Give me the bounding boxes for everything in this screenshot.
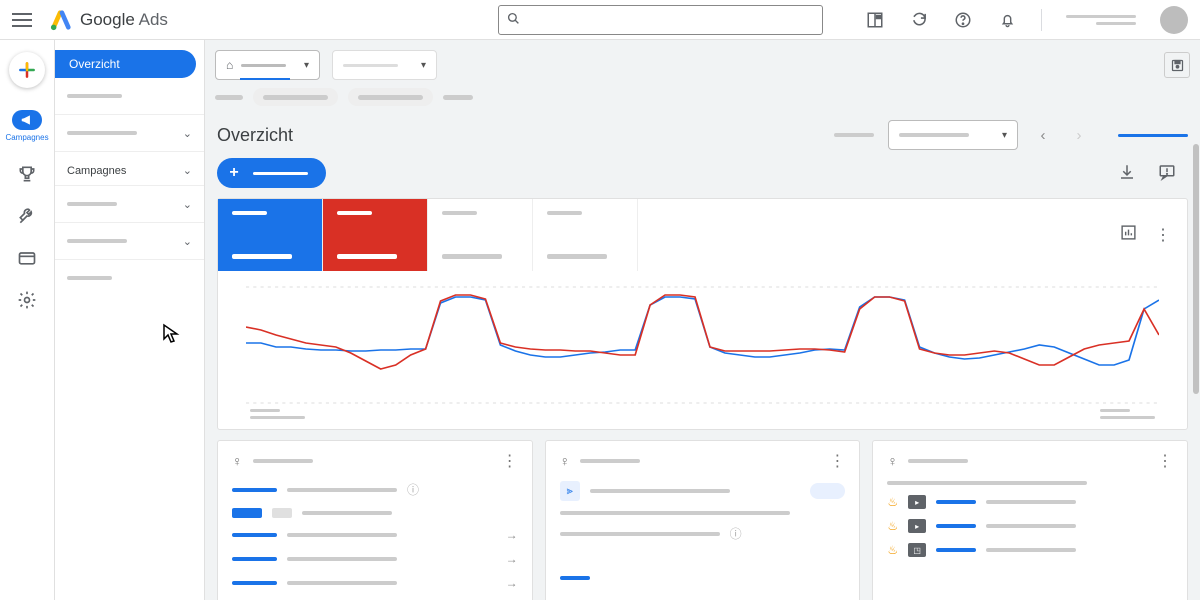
sidebar-category-campaigns[interactable]: Campagnes ⌄ bbox=[55, 156, 204, 181]
card-icon bbox=[17, 248, 37, 268]
account-selector[interactable]: ⌂ ▾ bbox=[215, 50, 320, 80]
video-icon: ▸ bbox=[908, 519, 926, 533]
rec-card-insight: ♀ ⋮ ⫸ ⓘ bbox=[545, 440, 861, 600]
account-label[interactable] bbox=[1066, 15, 1136, 25]
rec-card-assets: ♀ ⋮ ♨ ▸ ♨ ▸ ♨ ◳ bbox=[872, 440, 1188, 600]
metric-tab-4[interactable] bbox=[533, 199, 638, 271]
sidebar-item-label: Overzicht bbox=[69, 57, 120, 71]
info-icon[interactable]: ⓘ bbox=[730, 525, 742, 542]
rail-item-admin[interactable] bbox=[7, 290, 47, 310]
plus-icon: + bbox=[225, 164, 243, 182]
compare-indicator bbox=[1118, 134, 1188, 137]
card-menu-icon[interactable]: ⋮ bbox=[502, 451, 518, 471]
left-rail: Campagnes bbox=[0, 40, 55, 600]
metric-tab-1[interactable] bbox=[218, 199, 323, 271]
feedback-icon[interactable] bbox=[1158, 163, 1178, 183]
image-icon: ◳ bbox=[908, 543, 926, 557]
metric-tabs: ⋮ bbox=[218, 199, 1187, 271]
sidebar-item[interactable] bbox=[55, 82, 204, 110]
chevron-down-icon: ▾ bbox=[1002, 130, 1007, 141]
flame-icon: ♨ bbox=[887, 543, 898, 557]
lightbulb-icon: ♀ bbox=[232, 453, 243, 469]
reports-icon[interactable] bbox=[865, 10, 885, 30]
chevron-down-icon: ▾ bbox=[304, 60, 309, 71]
sidebar-item[interactable] bbox=[55, 264, 204, 292]
page-title-row: Overzicht ▾ ‹ › bbox=[205, 116, 1200, 158]
expand-chart-icon[interactable] bbox=[1120, 224, 1137, 246]
trophy-icon bbox=[17, 164, 37, 184]
product-logo[interactable]: Google Ads bbox=[50, 9, 168, 31]
help-icon[interactable] bbox=[953, 10, 973, 30]
chevron-down-icon: ⌄ bbox=[183, 127, 192, 140]
chevron-down-icon: ⌄ bbox=[183, 235, 192, 248]
page-title: Overzicht bbox=[217, 125, 293, 146]
rail-item-billing[interactable] bbox=[7, 248, 47, 268]
arrow-right-icon[interactable]: → bbox=[506, 576, 518, 590]
sidebar: Overzicht ⌄ Campagnes ⌄ ⌄ ⌄ bbox=[55, 40, 205, 600]
search-input[interactable] bbox=[526, 13, 814, 27]
flame-icon: ♨ bbox=[887, 519, 898, 533]
new-campaign-button[interactable]: + bbox=[217, 158, 326, 188]
date-range-selector[interactable]: ▾ bbox=[888, 120, 1018, 150]
product-name: Google Ads bbox=[80, 10, 168, 30]
sidebar-item[interactable]: ⌄ bbox=[55, 190, 204, 218]
metrics-card: ⋮ bbox=[217, 198, 1188, 430]
notifications-icon[interactable] bbox=[997, 10, 1017, 30]
bar-graph-icon: ⫸ bbox=[560, 481, 580, 501]
action-row: + bbox=[205, 158, 1200, 198]
sidebar-category-label: Campagnes bbox=[67, 165, 126, 177]
metric-tab-2[interactable] bbox=[323, 199, 428, 271]
recommendation-row: ♀ ⋮ ⓘ → → → ♀ ⋮ ⫸ ⓘ ♀ ⋮ ♨ ▸ ♨ ▸ ♨ ◳ bbox=[205, 440, 1200, 600]
search-icon bbox=[507, 12, 520, 28]
card-menu-icon[interactable]: ⋮ bbox=[829, 451, 845, 471]
flame-icon: ♨ bbox=[887, 495, 898, 509]
chart-legend bbox=[246, 405, 1159, 419]
home-icon: ⌂ bbox=[226, 58, 233, 72]
lightbulb-icon: ♀ bbox=[887, 453, 898, 469]
search-box[interactable] bbox=[498, 5, 823, 35]
chevron-down-icon: ▾ bbox=[421, 60, 426, 71]
arrow-right-icon[interactable]: → bbox=[506, 528, 518, 542]
gear-icon bbox=[17, 290, 37, 310]
user-avatar[interactable] bbox=[1160, 6, 1188, 34]
rec-card-optimization: ♀ ⋮ ⓘ → → → bbox=[217, 440, 533, 600]
chevron-down-icon: ⌄ bbox=[183, 198, 192, 211]
card-menu-icon[interactable]: ⋮ bbox=[1157, 451, 1173, 471]
sidebar-item[interactable]: ⌄ bbox=[55, 227, 204, 255]
arrow-right-icon[interactable]: → bbox=[506, 552, 518, 566]
main-content: ⌂ ▾ ▾ Overzicht ▾ ‹ › + bbox=[205, 40, 1200, 600]
video-icon: ▸ bbox=[908, 495, 926, 509]
lightbulb-icon: ♀ bbox=[560, 453, 571, 469]
scope-bar: ⌂ ▾ ▾ bbox=[205, 40, 1200, 86]
rail-item-campaigns[interactable]: Campagnes bbox=[7, 110, 47, 142]
info-icon[interactable]: ⓘ bbox=[407, 481, 419, 498]
save-view-icon[interactable] bbox=[1164, 52, 1190, 78]
tools-icon bbox=[17, 206, 37, 226]
refresh-icon[interactable] bbox=[909, 10, 929, 30]
filter-chip[interactable] bbox=[348, 88, 433, 106]
filter-chips bbox=[205, 86, 1200, 116]
sidebar-item-overview[interactable]: Overzicht bbox=[55, 50, 196, 78]
sidebar-item[interactable]: ⌄ bbox=[55, 119, 204, 147]
create-button[interactable] bbox=[9, 52, 45, 88]
date-prev-button[interactable]: ‹ bbox=[1032, 124, 1054, 146]
rail-item-label: Campagnes bbox=[5, 133, 48, 142]
campaign-selector[interactable]: ▾ bbox=[332, 50, 437, 80]
download-icon[interactable] bbox=[1118, 163, 1138, 183]
menu-icon[interactable] bbox=[12, 13, 32, 27]
scrollbar-thumb[interactable] bbox=[1193, 144, 1199, 394]
filter-chip[interactable] bbox=[253, 88, 338, 106]
date-next-button[interactable]: › bbox=[1068, 124, 1090, 146]
card-menu-icon[interactable]: ⋮ bbox=[1155, 225, 1171, 245]
metric-tab-3[interactable] bbox=[428, 199, 533, 271]
rail-item-tools[interactable] bbox=[7, 206, 47, 226]
status-chip bbox=[810, 483, 845, 499]
rail-item-goals[interactable] bbox=[7, 164, 47, 184]
google-ads-logo-icon bbox=[50, 9, 72, 31]
chevron-down-icon: ⌄ bbox=[183, 164, 192, 177]
app-header: Google Ads bbox=[0, 0, 1200, 40]
megaphone-icon bbox=[12, 110, 42, 130]
metrics-line-chart bbox=[246, 285, 1159, 405]
